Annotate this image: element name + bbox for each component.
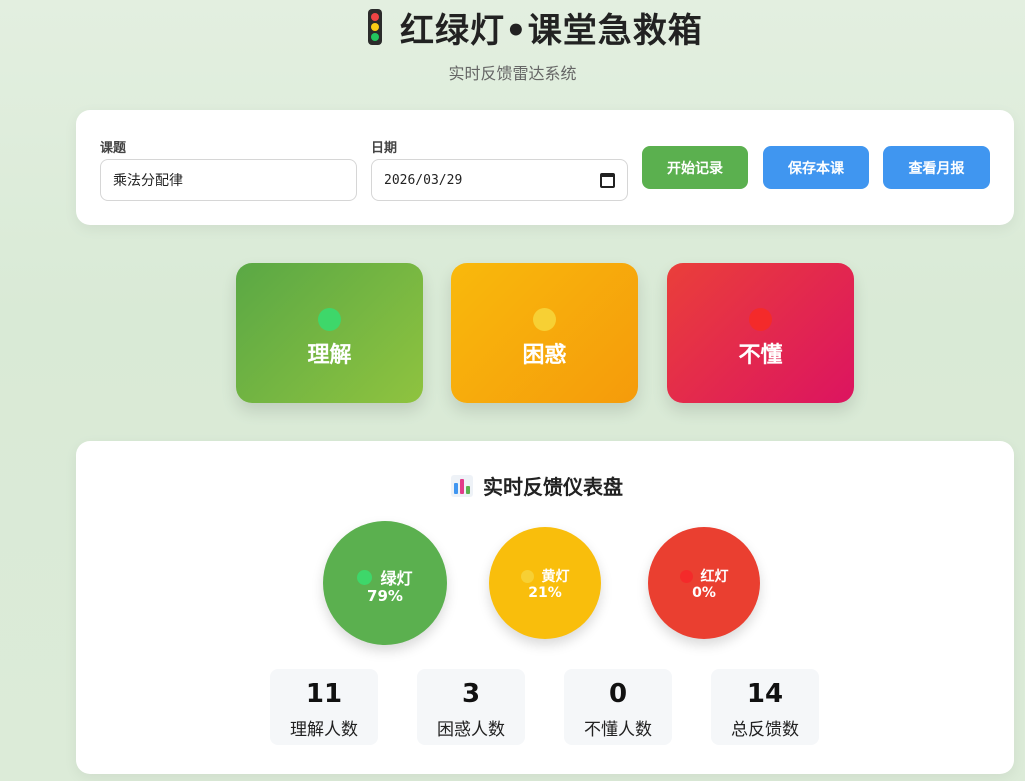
yellow-light-row: 黄灯 bbox=[489, 566, 601, 586]
red-light-label: 红灯 bbox=[700, 569, 729, 585]
date-input-value: 2026/03/29 bbox=[384, 172, 463, 188]
date-input[interactable]: 2026/03/29 bbox=[371, 159, 628, 201]
confused-label: 困惑 bbox=[522, 343, 567, 368]
lesson-form-card: 课题 乘法分配律 日期 2026/03/29 开始记录 保存本课 查看月报 bbox=[76, 110, 1014, 225]
stat-value: 3 bbox=[461, 679, 481, 709]
green-light-row: 绿灯 bbox=[323, 565, 447, 589]
yellow-light-percent: 21% bbox=[528, 585, 562, 601]
red-dot-icon bbox=[679, 569, 693, 583]
red-light-circle: 红灯 0% bbox=[648, 527, 760, 639]
red-dot-icon bbox=[749, 308, 772, 331]
understand-label: 理解 bbox=[307, 343, 352, 368]
red-light-row: 红灯 bbox=[648, 566, 760, 586]
dashboard-title-row: 实时反馈仪表盘 bbox=[451, 471, 623, 500]
traffic-light-icon bbox=[368, 9, 382, 45]
topic-input[interactable]: 乘法分配律 bbox=[100, 159, 357, 201]
start-record-button[interactable]: 开始记录 bbox=[642, 146, 748, 189]
calendar-icon[interactable] bbox=[600, 173, 615, 188]
save-lesson-button[interactable]: 保存本课 bbox=[763, 146, 869, 189]
topic-input-value: 乘法分配律 bbox=[113, 173, 183, 189]
header: 红绿灯•课堂急救箱 实时反馈雷达系统 bbox=[0, 0, 1025, 100]
topic-label: 课题 bbox=[100, 141, 127, 156]
green-light-percent: 79% bbox=[367, 587, 403, 605]
title-row: 红绿灯•课堂急救箱 bbox=[368, 6, 703, 51]
stat-total: 14 总反馈数 bbox=[711, 669, 819, 745]
yellow-dot-icon bbox=[520, 569, 534, 583]
stat-label: 理解人数 bbox=[290, 720, 358, 740]
red-light-percent: 0% bbox=[692, 585, 716, 601]
page: 红绿灯•课堂急救箱 实时反馈雷达系统 课题 乘法分配律 日期 2026/03/2… bbox=[0, 0, 1025, 781]
not-understand-label: 不懂 bbox=[738, 343, 783, 368]
stat-understand: 11 理解人数 bbox=[270, 669, 378, 745]
feedback-dashboard: 实时反馈仪表盘 绿灯 79% 黄灯 21% 红灯 0% 11 理解人数 3 困惑… bbox=[76, 441, 1014, 774]
stat-label: 总反馈数 bbox=[731, 720, 799, 740]
stat-value: 14 bbox=[746, 679, 784, 709]
green-light-label: 绿灯 bbox=[380, 569, 413, 588]
page-title: 红绿灯•课堂急救箱 bbox=[400, 10, 703, 51]
not-understand-signal-button[interactable]: 不懂 bbox=[667, 263, 854, 403]
green-dot-icon bbox=[357, 569, 373, 585]
stat-value: 11 bbox=[305, 679, 343, 709]
stat-label: 不懂人数 bbox=[584, 720, 652, 740]
yellow-dot-icon bbox=[533, 308, 556, 331]
dashboard-title: 实时反馈仪表盘 bbox=[483, 475, 623, 499]
stat-label: 困惑人数 bbox=[437, 720, 505, 740]
date-label: 日期 bbox=[371, 141, 398, 156]
yellow-light-circle: 黄灯 21% bbox=[489, 527, 601, 639]
confused-signal-button[interactable]: 困惑 bbox=[451, 263, 638, 403]
view-monthly-report-button[interactable]: 查看月报 bbox=[883, 146, 990, 189]
green-light-circle: 绿灯 79% bbox=[323, 521, 447, 645]
stat-not-understand: 0 不懂人数 bbox=[564, 669, 672, 745]
stat-confused: 3 困惑人数 bbox=[417, 669, 525, 745]
page-subtitle: 实时反馈雷达系统 bbox=[448, 64, 577, 83]
stat-value: 0 bbox=[608, 679, 628, 709]
yellow-light-label: 黄灯 bbox=[541, 569, 570, 585]
green-dot-icon bbox=[318, 308, 341, 331]
bar-chart-icon bbox=[451, 474, 473, 497]
understand-signal-button[interactable]: 理解 bbox=[236, 263, 423, 403]
